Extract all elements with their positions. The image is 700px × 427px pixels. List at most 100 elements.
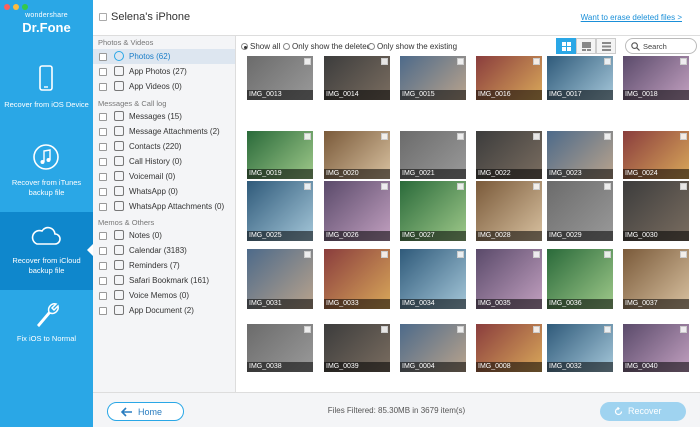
photo-thumbnail[interactable]: IMG_0027 (400, 181, 466, 241)
photo-checkbox[interactable] (304, 326, 311, 333)
photo-thumbnail[interactable]: IMG_0039 (324, 324, 390, 372)
photo-checkbox[interactable] (304, 58, 311, 65)
photo-checkbox[interactable] (533, 58, 540, 65)
photo-thumbnail[interactable]: IMG_0033 (324, 249, 390, 309)
photo-thumbnail[interactable]: IMG_0014 (324, 56, 390, 100)
category-whatsapp[interactable]: WhatsApp (0) (93, 184, 235, 199)
large-thumbnail-view-button[interactable] (576, 38, 596, 54)
photo-thumbnail[interactable]: IMG_0004 (400, 324, 466, 372)
recover-button[interactable]: Recover (600, 402, 686, 421)
search-input[interactable]: Search (625, 38, 697, 54)
photo-checkbox[interactable] (604, 251, 611, 258)
photo-thumbnail[interactable]: IMG_0021 (400, 131, 466, 179)
checkbox[interactable] (99, 128, 107, 136)
photo-checkbox[interactable] (604, 183, 611, 190)
photo-thumbnail[interactable]: IMG_0035 (476, 249, 542, 309)
photo-thumbnail[interactable]: IMG_0023 (547, 131, 613, 179)
checkbox[interactable] (99, 173, 107, 181)
photo-thumbnail[interactable]: IMG_0018 (623, 56, 689, 100)
category-message-attachments[interactable]: Message Attachments (2) (93, 124, 235, 139)
photo-checkbox[interactable] (381, 251, 388, 258)
photo-checkbox[interactable] (381, 133, 388, 140)
checkbox[interactable] (99, 232, 107, 240)
checkbox[interactable] (99, 307, 107, 315)
photo-checkbox[interactable] (680, 183, 687, 190)
photo-thumbnail[interactable]: IMG_0020 (324, 131, 390, 179)
checkbox[interactable] (99, 292, 107, 300)
photo-checkbox[interactable] (533, 326, 540, 333)
photo-thumbnail[interactable]: IMG_0025 (247, 181, 313, 241)
filter-only-deleted[interactable]: Only show the deleted (283, 42, 371, 51)
category-photos[interactable]: Photos (62) (93, 49, 235, 64)
category-contacts[interactable]: Contacts (220) (93, 139, 235, 154)
photo-checkbox[interactable] (604, 133, 611, 140)
checkbox[interactable] (99, 277, 107, 285)
list-view-button[interactable] (596, 38, 616, 54)
photo-checkbox[interactable] (604, 326, 611, 333)
minimize-window-button[interactable] (13, 4, 19, 10)
photo-thumbnail[interactable]: IMG_0037 (623, 249, 689, 309)
filter-show-all[interactable]: Show all (241, 42, 280, 51)
photo-checkbox[interactable] (457, 326, 464, 333)
checkbox[interactable] (99, 83, 107, 91)
zoom-window-button[interactable] (22, 4, 28, 10)
close-window-button[interactable] (4, 4, 10, 10)
photo-thumbnail[interactable]: IMG_0029 (547, 181, 613, 241)
photo-thumbnail[interactable]: IMG_0013 (247, 56, 313, 100)
category-calendar[interactable]: Calendar (3183) (93, 243, 235, 258)
checkbox[interactable] (99, 53, 107, 61)
select-device-checkbox[interactable] (99, 13, 107, 21)
photo-thumbnail[interactable]: IMG_0028 (476, 181, 542, 241)
photo-thumbnail[interactable]: IMG_0040 (623, 324, 689, 372)
category-whatsapp-attachments[interactable]: WhatsApp Attachments (0) (93, 199, 235, 214)
nav-recover-icloud[interactable]: Recover from iCloud backup file (0, 212, 93, 290)
photo-thumbnail[interactable]: IMG_0017 (547, 56, 613, 100)
photo-thumbnail[interactable]: IMG_0015 (400, 56, 466, 100)
photo-thumbnail[interactable]: IMG_0038 (247, 324, 313, 372)
photo-thumbnail[interactable]: IMG_0032 (547, 324, 613, 372)
checkbox[interactable] (99, 188, 107, 196)
category-call-history[interactable]: Call History (0) (93, 154, 235, 169)
photo-checkbox[interactable] (533, 133, 540, 140)
category-messages[interactable]: Messages (15) (93, 109, 235, 124)
photo-checkbox[interactable] (304, 133, 311, 140)
photo-checkbox[interactable] (680, 251, 687, 258)
photo-checkbox[interactable] (457, 133, 464, 140)
category-reminders[interactable]: Reminders (7) (93, 258, 235, 273)
photo-checkbox[interactable] (457, 251, 464, 258)
checkbox[interactable] (99, 247, 107, 255)
category-safari-bookmark[interactable]: Safari Bookmark (161) (93, 273, 235, 288)
category-voice-memos[interactable]: Voice Memos (0) (93, 288, 235, 303)
checkbox[interactable] (99, 68, 107, 76)
filter-only-existing[interactable]: Only show the existing (368, 42, 457, 51)
photo-checkbox[interactable] (680, 58, 687, 65)
category-app-videos[interactable]: App Videos (0) (93, 79, 235, 94)
photo-checkbox[interactable] (381, 183, 388, 190)
photo-thumbnail[interactable]: IMG_0031 (247, 249, 313, 309)
photo-checkbox[interactable] (604, 58, 611, 65)
grid-view-button[interactable] (556, 38, 576, 54)
photo-thumbnail[interactable]: IMG_0019 (247, 131, 313, 179)
photo-checkbox[interactable] (304, 251, 311, 258)
photo-checkbox[interactable] (457, 58, 464, 65)
photo-thumbnail[interactable]: IMG_0026 (324, 181, 390, 241)
checkbox[interactable] (99, 158, 107, 166)
photo-checkbox[interactable] (381, 58, 388, 65)
photo-checkbox[interactable] (680, 133, 687, 140)
photo-thumbnail[interactable]: IMG_0024 (623, 131, 689, 179)
category-voicemail[interactable]: Voicemail (0) (93, 169, 235, 184)
photo-thumbnail[interactable]: IMG_0008 (476, 324, 542, 372)
photo-thumbnail[interactable]: IMG_0034 (400, 249, 466, 309)
photo-checkbox[interactable] (304, 183, 311, 190)
photo-checkbox[interactable] (533, 251, 540, 258)
nav-fix-ios[interactable]: Fix iOS to Normal (0, 290, 93, 368)
nav-recover-itunes[interactable]: Recover from iTunes backup file (0, 134, 93, 212)
photo-thumbnail[interactable]: IMG_0030 (623, 181, 689, 241)
photo-thumbnail[interactable]: IMG_0036 (547, 249, 613, 309)
photo-checkbox[interactable] (680, 326, 687, 333)
photo-checkbox[interactable] (533, 183, 540, 190)
checkbox[interactable] (99, 262, 107, 270)
nav-recover-ios-device[interactable]: Recover from iOS Device (0, 56, 93, 134)
category-app-document[interactable]: App Document (2) (93, 303, 235, 318)
checkbox[interactable] (99, 143, 107, 151)
